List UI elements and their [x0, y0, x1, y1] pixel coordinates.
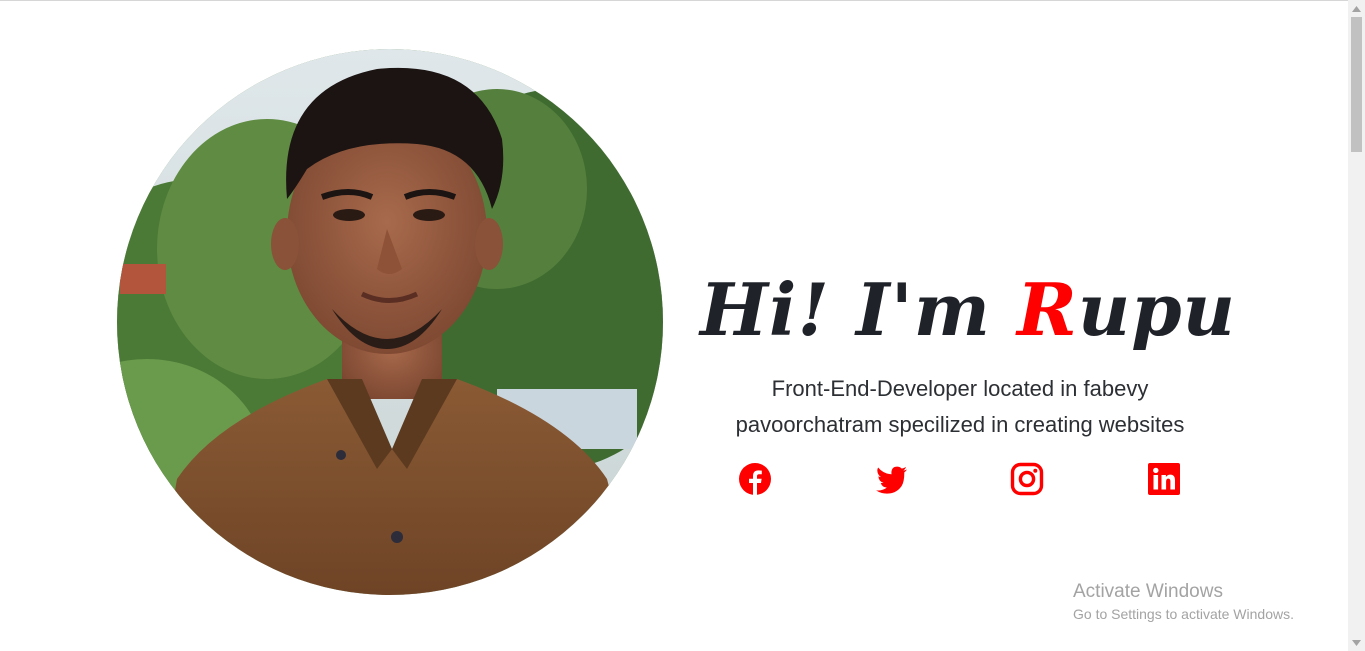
tagline: Front-End-Developer located in fabevy pa… [700, 371, 1220, 443]
instagram-icon [1010, 462, 1044, 496]
scroll-up-arrow-icon[interactable] [1348, 0, 1365, 17]
scrollbar-thumb[interactable] [1351, 17, 1362, 152]
watermark-title: Activate Windows [1073, 581, 1223, 602]
greeting-heading: Hi! I'm Rupu [700, 255, 1235, 365]
vertical-scrollbar[interactable] [1348, 0, 1365, 651]
scroll-down-arrow-icon[interactable] [1348, 634, 1365, 651]
watermark-subtitle: Go to Settings to activate Windows. [1073, 606, 1294, 622]
activate-windows-watermark: Activate Windows Go to Settings to activ… [1073, 580, 1294, 624]
facebook-link[interactable] [738, 462, 772, 496]
instagram-link[interactable] [1010, 462, 1044, 496]
tagline-line-2: pavoorchatram specilized in creating web… [735, 412, 1185, 437]
tagline-line-1: Front-End-Developer located in fabevy [771, 376, 1149, 401]
top-divider [0, 0, 1348, 1]
profile-photo [117, 49, 663, 595]
linkedin-link[interactable] [1147, 462, 1181, 496]
twitter-link[interactable] [874, 462, 908, 496]
hero-section: Hi! I'm Rupu Front-End-Developer located… [700, 255, 1235, 443]
greeting-prefix: Hi! I'm [700, 267, 1018, 352]
twitter-icon [876, 466, 907, 494]
greeting-suffix: upu [1077, 267, 1236, 352]
facebook-icon [739, 463, 771, 496]
greeting-accent-letter: R [1017, 267, 1078, 352]
page: Hi! I'm Rupu Front-End-Developer located… [0, 0, 1365, 651]
linkedin-icon [1148, 463, 1180, 495]
